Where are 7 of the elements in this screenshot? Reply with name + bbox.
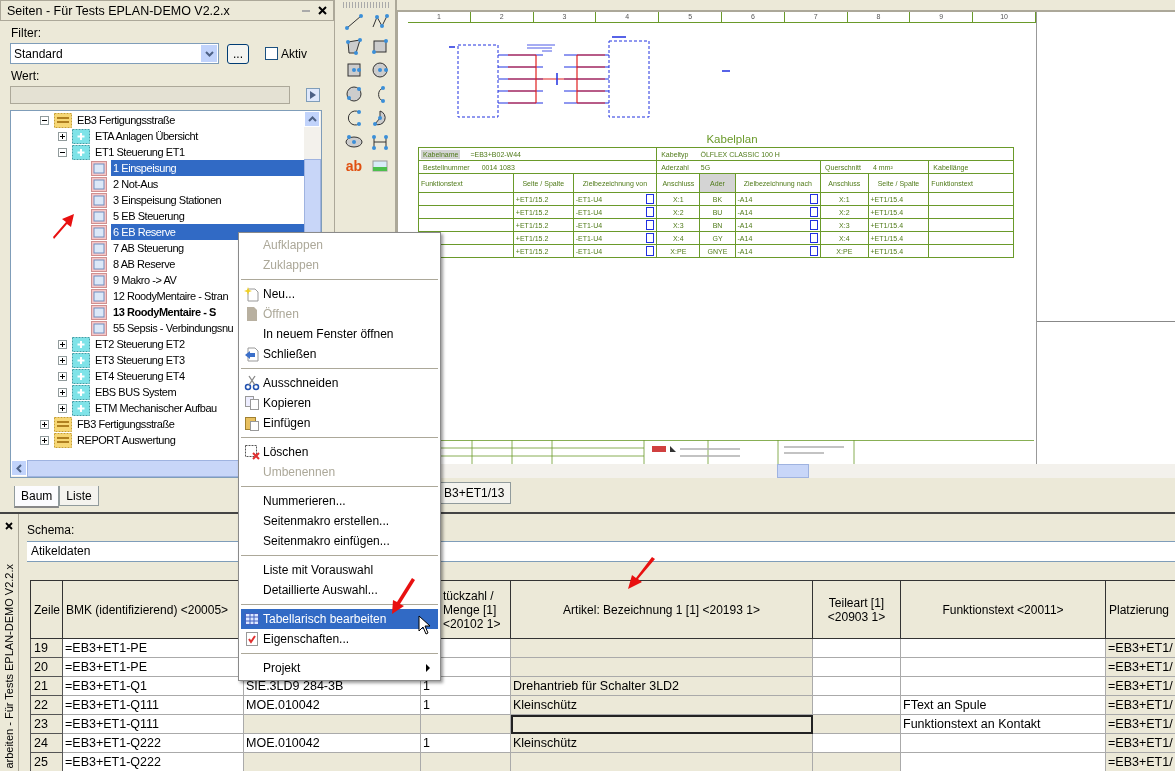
cable-plan-title: Kabelplan xyxy=(705,133,759,145)
filter-label: Filter: xyxy=(11,26,42,40)
wert-label: Wert: xyxy=(11,69,41,83)
panel-title: arbeiten - Für Tests EPLAN-DEMO V2.2.x xyxy=(3,564,15,769)
aktiv-label: Aktiv xyxy=(281,46,307,61)
schema-label: Schema: xyxy=(27,523,75,537)
panel-title: Seiten - Für Tests EPLAN-DEMO V2.2.x xyxy=(7,3,231,18)
